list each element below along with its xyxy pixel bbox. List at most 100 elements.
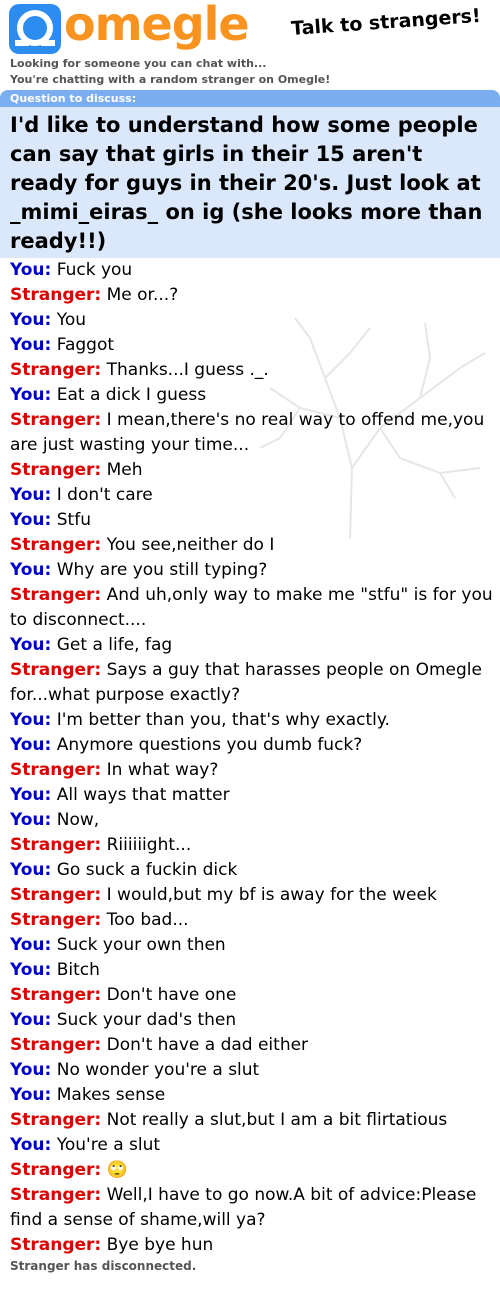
chat-message: Stranger: Not really a slut,but I am a b…	[10, 1108, 494, 1133]
sender-stranger-label: Stranger:	[10, 360, 102, 380]
chat-message: You: I'm better than you, that's why exa…	[10, 708, 494, 733]
message-text: I'm better than you, that's why exactly.	[56, 710, 390, 730]
chat-message: You: I don't care	[10, 483, 494, 508]
message-text: Bitch	[56, 960, 100, 980]
chat-message: You: Makes sense	[10, 1083, 494, 1108]
chat-message: You: You're a slut	[10, 1133, 494, 1158]
message-text: Fuck you	[56, 260, 133, 280]
sender-stranger-label: Stranger:	[10, 1185, 102, 1205]
logo-wordmark[interactable]: omegle	[64, 0, 250, 52]
chat-message: You: You	[10, 308, 494, 333]
message-text: In what way?	[106, 760, 219, 780]
question-box: Question to discuss: I'd like to underst…	[0, 90, 500, 258]
chat-message: Stranger: Too bad...	[10, 908, 494, 933]
message-text: Faggot	[56, 335, 115, 355]
sender-you-label: You:	[10, 935, 52, 955]
chat-message: You: No wonder you're a slut	[10, 1058, 494, 1083]
sender-you-label: You:	[10, 335, 52, 355]
sender-you-label: You:	[10, 485, 52, 505]
chat-message: Stranger: Don't have a dad either	[10, 1033, 494, 1058]
sender-stranger-label: Stranger:	[10, 1110, 102, 1130]
message-text: Don't have one	[106, 985, 237, 1005]
message-text: You see,neither do I	[106, 535, 275, 555]
status-looking: Looking for someone you can chat with...	[10, 57, 267, 70]
chat-message: Stranger: Don't have one	[10, 983, 494, 1008]
question-label: Question to discuss:	[0, 90, 500, 107]
sender-you-label: You:	[10, 260, 52, 280]
chat-message: You: Faggot	[10, 333, 494, 358]
message-text: No wonder you're a slut	[56, 1060, 260, 1080]
message-text: Suck your dad's then	[56, 1010, 237, 1030]
chat-message: You: Bitch	[10, 958, 494, 983]
message-text: You	[56, 310, 87, 330]
sender-you-label: You:	[10, 560, 52, 580]
sender-stranger-label: Stranger:	[10, 460, 102, 480]
sender-stranger-label: Stranger:	[10, 1235, 102, 1255]
message-text: Not really a slut,but I am a bit flirtat…	[106, 1110, 448, 1130]
message-text: Stfu	[56, 510, 91, 530]
sender-you-label: You:	[10, 635, 52, 655]
sender-stranger-label: Stranger:	[10, 1035, 102, 1055]
chat-message: You: Anymore questions you dumb fuck?	[10, 733, 494, 758]
message-text: Bye bye hun	[106, 1235, 214, 1255]
chat-log: You: Fuck you Stranger: Me or...? You: You…	[0, 258, 500, 1258]
chat-message: Stranger: Bye bye hun	[10, 1233, 494, 1258]
chat-message: You: Go suck a fuckin dick	[10, 858, 494, 883]
message-text: Eat a dick I guess	[56, 385, 207, 405]
message-text: Makes sense	[56, 1085, 166, 1105]
sender-stranger-label: Stranger:	[10, 410, 102, 430]
chat-message: Stranger: Meh	[10, 458, 494, 483]
sender-stranger-label: Stranger:	[10, 285, 102, 305]
sender-you-label: You:	[10, 735, 52, 755]
chat-message: Stranger: Says a guy that harasses peopl…	[10, 658, 494, 708]
message-text: 🙄	[106, 1160, 128, 1180]
chat-message: Stranger: Me or...?	[10, 283, 494, 308]
chat-message: You: Now,	[10, 808, 494, 833]
chat-message: You: Fuck you	[10, 258, 494, 283]
message-text: Suck your own then	[56, 935, 226, 955]
sender-stranger-label: Stranger:	[10, 660, 102, 680]
sender-stranger-label: Stranger:	[10, 760, 102, 780]
chat-message: Stranger: I mean,there's no real way to …	[10, 408, 494, 458]
omegle-logo-icon[interactable]	[9, 4, 61, 54]
message-text: Too bad...	[106, 910, 189, 930]
message-text: I don't care	[56, 485, 153, 505]
sender-you-label: You:	[10, 960, 52, 980]
chat-message: You: Eat a dick I guess	[10, 383, 494, 408]
status-chatting: You're chatting with a random stranger o…	[10, 73, 331, 86]
message-text: Meh	[106, 460, 143, 480]
message-text: Don't have a dad either	[106, 1035, 309, 1055]
chat-message: Stranger: In what way?	[10, 758, 494, 783]
sender-you-label: You:	[10, 710, 52, 730]
header: omegle Talk to strangers!	[0, 0, 500, 56]
chat-message: Stranger: Thanks...I guess ._.	[10, 358, 494, 383]
sender-you-label: You:	[10, 860, 52, 880]
chat-message: Stranger: Well,I have to go now.A bit of…	[10, 1183, 494, 1233]
sender-stranger-label: Stranger:	[10, 835, 102, 855]
chat-message: Stranger: I would,but my bf is away for …	[10, 883, 494, 908]
chat-message: You: All ways that matter	[10, 783, 494, 808]
question-text: I'd like to understand how some people c…	[10, 113, 483, 253]
sender-you-label: You:	[10, 1085, 52, 1105]
sender-stranger-label: Stranger:	[10, 585, 102, 605]
chat-message: You: Suck your dad's then	[10, 1008, 494, 1033]
message-text: Riiiiiight...	[106, 835, 192, 855]
message-text: Thanks...I guess ._.	[106, 360, 269, 380]
sender-you-label: You:	[10, 810, 52, 830]
message-text: Me or...?	[106, 285, 179, 305]
chat-message: Stranger: 🙄	[10, 1158, 494, 1183]
sender-stranger-label: Stranger:	[10, 1160, 102, 1180]
chat-message: Stranger: And uh,only way to make me "st…	[10, 583, 494, 633]
disconnected-notice: Stranger has disconnected.	[10, 1259, 197, 1273]
sender-you-label: You:	[10, 510, 52, 530]
sender-stranger-label: Stranger:	[10, 910, 102, 930]
message-text: Why are you still typing?	[56, 560, 268, 580]
message-text: All ways that matter	[56, 785, 230, 805]
message-text: Anymore questions you dumb fuck?	[56, 735, 363, 755]
chat-message: Stranger: You see,neither do I	[10, 533, 494, 558]
chat-message: Stranger: Riiiiiight...	[10, 833, 494, 858]
sender-you-label: You:	[10, 385, 52, 405]
sender-you-label: You:	[10, 310, 52, 330]
chat-message: You: Get a life, fag	[10, 633, 494, 658]
chat-message: You: Why are you still typing?	[10, 558, 494, 583]
